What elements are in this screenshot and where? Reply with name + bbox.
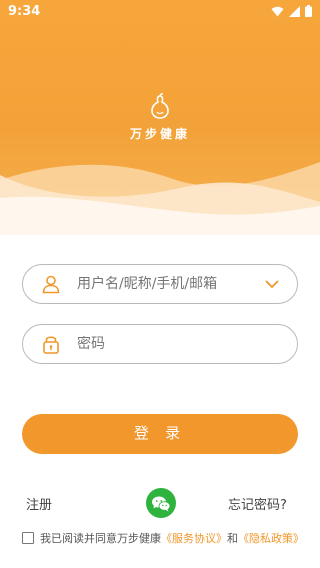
wave-decoration	[0, 162, 320, 235]
lock-icon	[39, 332, 63, 356]
agreement-checkbox[interactable]	[22, 532, 34, 544]
password-input[interactable]	[77, 336, 297, 352]
brand-name: 万步健康	[129, 127, 190, 141]
status-bar: 9:34	[0, 0, 320, 22]
header-banner: 9:34 万步健康	[0, 0, 320, 235]
service-agreement-link[interactable]: 《服务协议》	[161, 530, 227, 546]
login-button[interactable]: 登 录	[22, 414, 298, 454]
brand-logo: 万步健康	[0, 93, 320, 142]
username-input[interactable]	[77, 276, 265, 292]
register-link[interactable]: 注册	[26, 494, 52, 513]
status-time: 9:34	[8, 3, 41, 19]
wechat-icon	[152, 496, 171, 511]
forgot-password-link[interactable]: 忘记密码?	[228, 494, 287, 513]
username-field[interactable]	[22, 264, 298, 304]
privacy-policy-link[interactable]: 《隐私政策》	[238, 530, 304, 546]
wifi-icon	[271, 6, 284, 16]
battery-icon	[305, 5, 312, 17]
wechat-login-button[interactable]	[146, 488, 176, 518]
signal-icon	[289, 5, 300, 17]
password-field[interactable]	[22, 324, 298, 364]
chevron-down-icon[interactable]	[265, 279, 279, 289]
agreement-joiner: 和	[227, 532, 238, 545]
gourd-logo-icon	[151, 93, 169, 119]
agreement-text: 我已阅读并同意万步健康	[40, 532, 161, 545]
person-outline-icon	[39, 272, 63, 296]
status-icons	[271, 5, 312, 17]
agreement-row: 我已阅读并同意万步健康 《服务协议》 和 《隐私政策》	[22, 530, 304, 546]
